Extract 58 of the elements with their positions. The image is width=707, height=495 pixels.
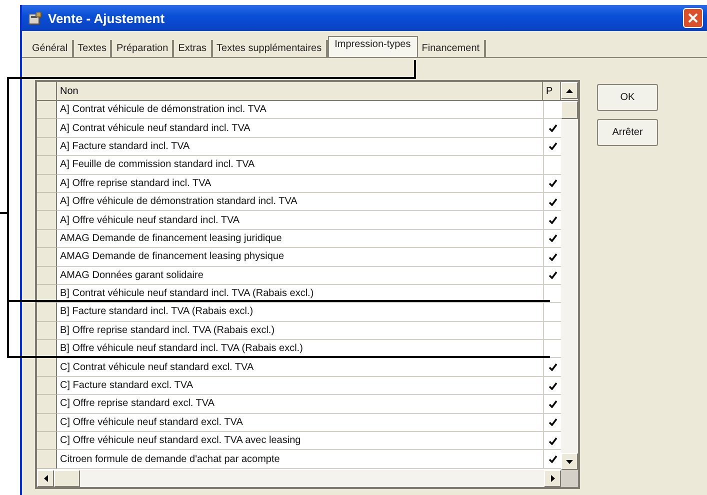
table-cell[interactable]: A] Facture standard incl. TVA (57, 138, 543, 156)
scroll-thumb[interactable] (54, 470, 80, 487)
table-cell[interactable]: C] Offre véhicule neuf standard excl. TVA (57, 414, 543, 432)
table-cell[interactable]: B] Contrat véhicule neuf standard incl. TVA (Rabais excl.) (57, 284, 543, 304)
table-cell[interactable]: AMAG Données garant solidaire (57, 266, 543, 285)
checkmark-icon (548, 124, 556, 132)
table-cell[interactable]: C] Contrat véhicule neuf standard excl. TVA (57, 358, 543, 377)
window-icon (28, 11, 42, 25)
table-cell[interactable]: AMAG Demande de financement leasing juridique (57, 230, 543, 248)
checkmark-icon (548, 382, 556, 390)
table-cell[interactable]: A] Offre véhicule de démonstration standard incl. TVA (57, 192, 543, 212)
table-cell[interactable]: AMAG Demande de financement leasing physique (57, 248, 543, 267)
dialog-button[interactable]: Arrêter (597, 119, 658, 146)
checkmark-icon (548, 271, 556, 280)
table-cell[interactable]: A] Offre reprise standard incl. TVA (57, 174, 543, 193)
table-cell[interactable]: Citroen formule de demande d'achat par acompte (57, 450, 543, 469)
checkmark-icon (548, 179, 556, 188)
column-header[interactable]: Non (57, 82, 543, 100)
vertical-scrollbar[interactable] (561, 101, 578, 470)
checkmark-icon (548, 455, 556, 464)
table-cell[interactable]: B] Offre véhicule neuf standard incl. TVA (Rabais excl.) (57, 340, 543, 358)
window-title: Vente - Ajustement (48, 10, 166, 26)
scrollbar-corner (561, 470, 578, 487)
table-cell[interactable]: C] Offre reprise standard excl. TVA (57, 395, 543, 414)
table-cell[interactable]: B] Facture standard incl. TVA (Rabais excl.) (57, 303, 543, 322)
table-cell[interactable]: C] Offre véhicule neuf standard excl. TVA avec leasing (57, 432, 543, 450)
checkmark-icon (548, 234, 556, 242)
checkmark-icon (548, 252, 556, 261)
dialog-button[interactable]: OK (597, 84, 658, 111)
checkmark-icon (548, 198, 556, 206)
scroll-right-button[interactable] (544, 470, 561, 487)
tab[interactable]: Impression-types (328, 36, 418, 57)
scroll-thumb[interactable] (561, 101, 578, 119)
checkmark-icon (548, 216, 556, 224)
close-icon (688, 13, 698, 23)
checkmark-icon (548, 142, 556, 150)
table-cell[interactable]: A] Contrat véhicule de démonstration incl. TVA (57, 101, 543, 120)
scroll-up-button[interactable] (561, 82, 578, 99)
up-arrow-icon (566, 88, 573, 92)
scroll-left-button[interactable] (37, 470, 54, 487)
left-arrow-icon (44, 475, 48, 482)
horizontal-scrollbar[interactable] (37, 470, 561, 487)
tab[interactable]: Textes supplémentaires (212, 40, 328, 57)
down-arrow-icon (566, 460, 573, 464)
table-cell[interactable]: B] Offre reprise standard incl. TVA (Rabais excl.) (57, 322, 543, 340)
checkmark-icon (548, 418, 556, 426)
checkmark-icon (548, 436, 556, 445)
checkmark-icon (548, 400, 556, 408)
checkmark-icon (548, 363, 556, 372)
close-button[interactable] (683, 8, 703, 28)
table-cell[interactable]: C] Facture standard excl. TVA (57, 376, 543, 396)
tab[interactable]: Financement (418, 40, 486, 57)
table-cell[interactable]: A] Feuille de commission standard incl. TVA (57, 156, 543, 175)
tab[interactable]: Textes (74, 40, 112, 57)
scroll-down-button[interactable] (561, 453, 578, 470)
table-cell[interactable]: A] Contrat véhicule neuf standard incl. TVA (57, 119, 543, 138)
table-cell[interactable]: A] Offre véhicule neuf standard incl. TVA (57, 211, 543, 230)
right-arrow-icon (550, 475, 554, 482)
